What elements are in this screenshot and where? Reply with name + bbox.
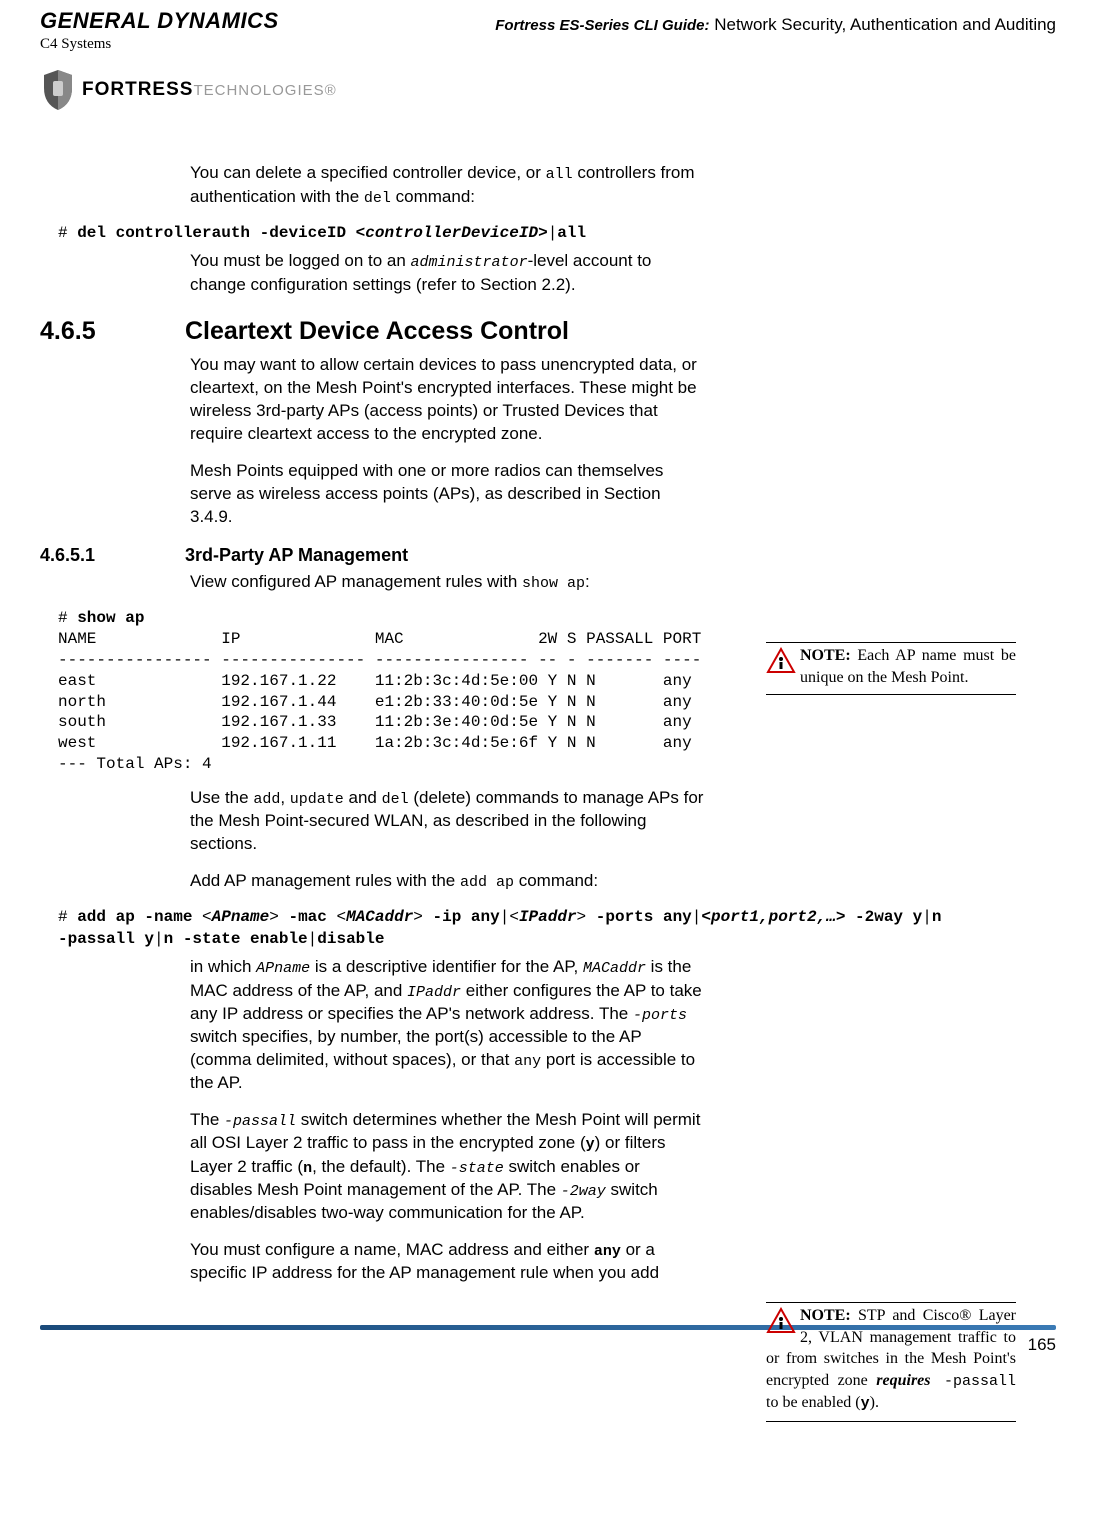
gd-logo-text: GENERAL DYNAMICS (40, 10, 337, 32)
paragraph: in which APname is a descriptive identif… (190, 956, 706, 1095)
paragraph: You may want to allow certain devices to… (190, 354, 706, 446)
logo-block: GENERAL DYNAMICS C4 Systems FORTRESSTECH… (40, 10, 337, 112)
paragraph: You can delete a specified controller de… (190, 162, 706, 209)
c4-text: C4 Systems (40, 34, 337, 54)
fortress-brand: FORTRESSTECHNOLOGIES® (82, 77, 337, 103)
paragraph: Mesh Points equipped with one or more ra… (190, 460, 706, 529)
paragraph: You must be logged on to an administrato… (190, 250, 706, 296)
note-icon (766, 647, 796, 682)
cli-command: # del controllerauth -deviceID <controll… (58, 223, 1056, 245)
paragraph: Use the add, update and del (delete) com… (190, 787, 706, 856)
subsection-heading: 4.6.5.13rd-Party AP Management (40, 543, 1056, 567)
sidenote: NOTE: Each AP name must be unique on the… (766, 642, 1016, 703)
note-icon (766, 1307, 796, 1342)
paragraph: View configured AP management rules with… (190, 571, 706, 594)
sidenote: NOTE: STP and Cisco® Layer 2, VLAN manag… (766, 1302, 1016, 1429)
header-title: Fortress ES-Series CLI Guide: Network Se… (337, 10, 1056, 37)
shield-icon (40, 68, 76, 112)
paragraph: The -passall switch determines whether t… (190, 1109, 706, 1225)
paragraph: Add AP management rules with the add ap … (190, 870, 706, 893)
page-header: GENERAL DYNAMICS C4 Systems FORTRESSTECH… (40, 10, 1056, 112)
paragraph: You must configure a name, MAC address a… (190, 1239, 706, 1285)
cli-command: # add ap -name <APname> -mac <MACaddr> -… (58, 907, 1056, 950)
fortress-logo: FORTRESSTECHNOLOGIES® (40, 68, 337, 112)
section-heading: 4.6.5Cleartext Device Access Control (40, 315, 1056, 349)
